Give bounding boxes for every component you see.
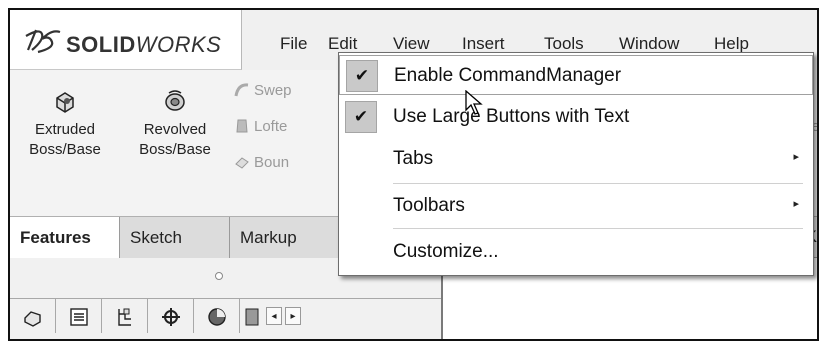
menu-item-label: Customize... <box>393 241 499 262</box>
menu-item-customize[interactable]: Customize... <box>339 232 813 272</box>
revolved-boss-base-button[interactable]: Revolved Boss/Base <box>120 88 230 160</box>
extruded-boss-base-button[interactable]: Extruded Boss/Base <box>10 88 120 160</box>
menu-file[interactable]: File <box>280 34 307 54</box>
tab-features[interactable]: Features <box>10 217 120 258</box>
menu-item-use-large-buttons[interactable]: ✔ Use Large Buttons with Text <box>339 97 813 137</box>
display-manager-tab[interactable] <box>194 299 240 333</box>
check-icon: ✔ <box>346 60 378 92</box>
property-manager-icon <box>69 308 88 326</box>
dimxpert-manager-tab[interactable] <box>148 299 194 333</box>
extruded-line1: Extruded <box>34 121 96 138</box>
extrude-icon <box>56 92 74 113</box>
feature-tree-icon <box>23 311 41 327</box>
dimxpert-icon <box>161 308 180 326</box>
menu-item-label: Tabs <box>393 148 434 169</box>
configuration-manager-tab[interactable] <box>102 299 148 333</box>
configuration-manager-icon <box>117 308 131 326</box>
feature-tree-tab[interactable] <box>10 299 56 333</box>
menu-insert[interactable]: Insert <box>462 34 505 54</box>
sweep-label: Swep <box>254 82 292 99</box>
tab-sketch[interactable]: Sketch <box>120 217 230 258</box>
menu-item-label: Use Large Buttons with Text <box>393 106 630 127</box>
menu-item-tabs[interactable]: Tabs ▸ <box>339 139 813 179</box>
ds-logo-icon <box>25 29 61 54</box>
menu-item-label: Toolbars <box>393 195 465 216</box>
submenu-arrow-icon: ▸ <box>793 151 799 163</box>
menu-window[interactable]: Window <box>619 34 679 54</box>
menu-edit[interactable]: Edit <box>328 34 357 54</box>
commandmanager-context-menu: ✔ Enable CommandManager ✔ Use Large Butt… <box>338 52 814 276</box>
cam-icon <box>245 308 259 326</box>
menu-item-enable-commandmanager[interactable]: ✔ Enable CommandManager <box>339 55 813 95</box>
loft-label: Lofte <box>254 118 288 135</box>
check-icon: ✔ <box>345 101 377 133</box>
tab-markup[interactable]: Markup <box>230 217 340 258</box>
extruded-line2: Boss/Base <box>29 141 101 158</box>
boundary-boss-base-button[interactable]: Boun <box>234 154 289 171</box>
tabs-scroll-right-button[interactable]: ▸ <box>285 307 301 325</box>
menu-separator <box>393 183 803 184</box>
property-manager-tab[interactable] <box>56 299 102 333</box>
boundary-icon <box>235 157 249 169</box>
menu-item-toolbars[interactable]: Toolbars ▸ <box>339 186 813 226</box>
submenu-arrow-icon: ▸ <box>793 198 799 210</box>
cam-tab[interactable] <box>240 299 264 333</box>
menu-separator <box>393 228 803 229</box>
feature-manager-tabs: ◂ ▸ <box>10 298 441 334</box>
loft-icon <box>236 119 248 133</box>
menu-view[interactable]: View <box>393 34 430 54</box>
logo-text: SOLIDWORKS <box>66 32 222 57</box>
display-manager-icon <box>207 308 226 326</box>
solidworks-logo[interactable]: SOLIDWORKS <box>10 10 242 70</box>
panel-splitter-handle[interactable] <box>215 272 223 280</box>
mouse-pointer-icon <box>465 90 483 115</box>
revolved-line1: Revolved <box>143 121 207 138</box>
menu-help[interactable]: Help <box>714 34 749 54</box>
tabs-scroll-left-button[interactable]: ◂ <box>266 307 282 325</box>
lofted-boss-base-button[interactable]: Lofte <box>234 118 287 135</box>
boundary-label: Boun <box>254 154 290 171</box>
sweep-icon <box>234 83 249 97</box>
solidworks-window: SOLIDWORKS File Edit View Insert Tools W… <box>8 8 819 341</box>
revolved-line2: Boss/Base <box>139 141 211 158</box>
menu-item-label: Enable CommandManager <box>394 65 622 86</box>
swept-boss-base-button[interactable]: Swep <box>234 82 292 99</box>
revolve-icon <box>165 90 185 111</box>
menu-tools[interactable]: Tools <box>544 34 584 54</box>
